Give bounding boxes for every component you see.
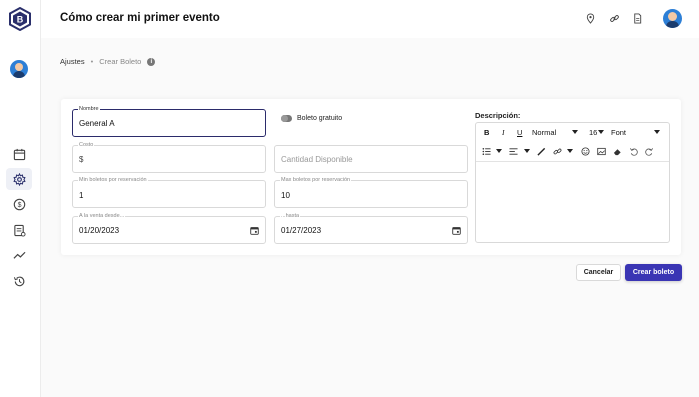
- breadcrumb: Ajustes • Crear Boleto i: [60, 57, 156, 66]
- sidebar-item-payments[interactable]: $: [6, 193, 32, 215]
- document-icon[interactable]: [632, 13, 643, 24]
- cancel-button[interactable]: Cancelar: [576, 264, 621, 281]
- name-field[interactable]: Nombre General A: [72, 105, 266, 137]
- font-select[interactable]: Font: [611, 128, 626, 137]
- max-tickets-field[interactable]: Max boletos por reservación 10: [274, 176, 468, 208]
- quantity-field[interactable]: Cantidad Disponible: [274, 145, 468, 173]
- sidebar: B $: [0, 0, 41, 397]
- location-pin-icon[interactable]: [585, 13, 596, 24]
- description-label: Descripción:: [475, 111, 521, 120]
- logo-icon[interactable]: B: [9, 7, 31, 31]
- size-select[interactable]: 16: [589, 128, 597, 137]
- format-select[interactable]: Normal: [532, 128, 556, 137]
- top-header: Cómo crear mi primer evento: [41, 0, 699, 38]
- min-tickets-value[interactable]: 1: [79, 191, 83, 200]
- sidebar-item-history[interactable]: [6, 270, 32, 292]
- free-ticket-toggle[interactable]: [281, 115, 292, 122]
- sidebar-item-analytics[interactable]: [6, 244, 32, 266]
- info-icon[interactable]: i: [147, 57, 156, 66]
- eraser-icon[interactable]: [613, 147, 622, 156]
- sale-start-date-field[interactable]: A la venta desde... 01/20/2023: [72, 212, 266, 244]
- min-tickets-field[interactable]: Min boletos por reservación 1: [72, 176, 266, 208]
- history-icon: [13, 276, 24, 286]
- breadcrumb-current: Crear Boleto: [99, 57, 142, 66]
- dollar-icon: $: [13, 198, 25, 210]
- breadcrumb-root[interactable]: Ajustes: [60, 57, 85, 66]
- redo-icon[interactable]: [645, 147, 654, 156]
- sale-start-value[interactable]: 01/20/2023: [79, 226, 119, 235]
- calendar-icon[interactable]: [250, 226, 259, 235]
- sale-start-label: A la venta desde...: [78, 212, 126, 220]
- free-ticket-label: Boleto gratuito: [297, 115, 343, 122]
- svg-text:$: $: [17, 201, 21, 208]
- undo-icon[interactable]: [629, 147, 638, 156]
- chevron-down-icon: [654, 130, 660, 134]
- create-ticket-button[interactable]: Crear boleto: [625, 264, 682, 281]
- link-icon[interactable]: [609, 13, 620, 24]
- image-icon[interactable]: [597, 147, 606, 156]
- quantity-placeholder: Cantidad Disponible: [281, 155, 353, 164]
- max-tickets-label: Max boletos por reservación: [280, 176, 352, 184]
- sidebar-item-calendar[interactable]: [6, 143, 32, 165]
- sale-end-label: ...hasta: [280, 212, 301, 220]
- cost-prefix: $: [79, 155, 84, 164]
- chevron-down-icon: [524, 149, 530, 153]
- max-tickets-value[interactable]: 10: [281, 191, 290, 200]
- min-tickets-label: Min boletos por reservación: [78, 176, 148, 184]
- chevron-down-icon: [572, 130, 578, 134]
- chevron-down-icon: [496, 149, 502, 153]
- name-label: Nombre: [78, 105, 100, 113]
- avatar[interactable]: [10, 60, 28, 78]
- calendar-icon[interactable]: [452, 226, 461, 235]
- breadcrumb-separator: •: [90, 57, 94, 66]
- gear-icon: [12, 172, 26, 186]
- user-avatar[interactable]: [663, 9, 682, 28]
- sidebar-item-settings[interactable]: [6, 168, 32, 190]
- list-icon[interactable]: [482, 147, 491, 156]
- name-value[interactable]: General A: [79, 119, 115, 128]
- editor-toolbar-row-2: [476, 142, 669, 161]
- text-color-icon[interactable]: [537, 147, 546, 156]
- sale-end-value[interactable]: 01/27/2023: [281, 226, 321, 235]
- bold-button[interactable]: B: [484, 128, 489, 137]
- svg-text:B: B: [17, 15, 24, 25]
- chevron-down-icon: [598, 130, 604, 134]
- align-icon[interactable]: [509, 147, 518, 156]
- description-editor[interactable]: B I U Normal 16 Font: [475, 122, 670, 243]
- calendar-icon: [13, 148, 25, 160]
- trend-icon: [13, 251, 25, 259]
- sale-end-date-field[interactable]: ...hasta 01/27/2023: [274, 212, 468, 244]
- editor-toolbar-row-1: B I U Normal 16 Font: [476, 123, 669, 142]
- italic-button[interactable]: I: [502, 128, 505, 137]
- cost-label: Costo: [78, 141, 95, 149]
- cost-field[interactable]: Costo $: [72, 141, 266, 173]
- editor-divider: [476, 161, 669, 162]
- report-icon: [13, 224, 26, 237]
- page-title: Cómo crear mi primer evento: [60, 12, 220, 24]
- sidebar-item-reports[interactable]: [6, 219, 32, 241]
- link-icon[interactable]: [553, 147, 562, 156]
- underline-button[interactable]: U: [517, 128, 522, 137]
- chevron-down-icon: [567, 149, 573, 153]
- emoji-icon[interactable]: [581, 147, 590, 156]
